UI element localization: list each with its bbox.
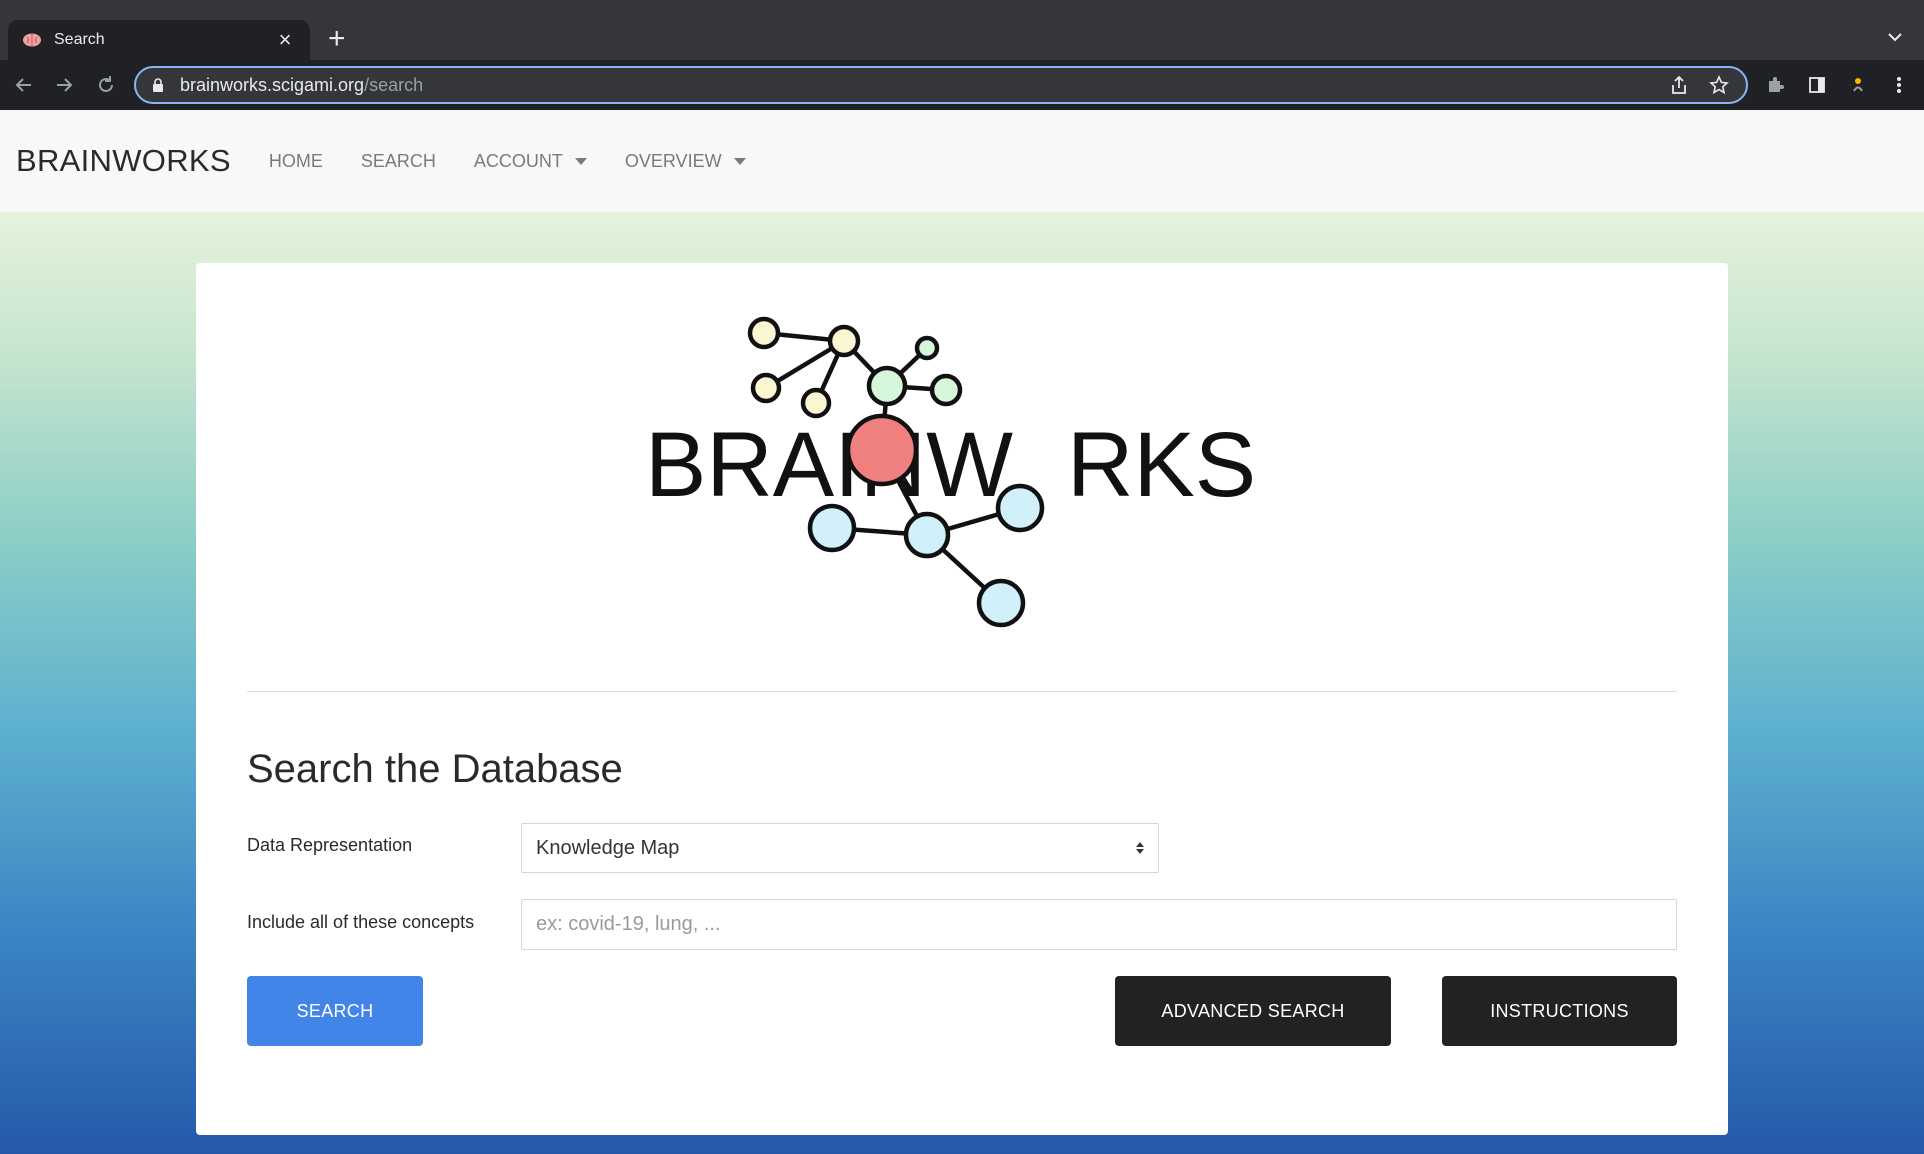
- menu-dots-icon[interactable]: [1886, 72, 1912, 98]
- browser-tab-bar: Search × +: [0, 0, 1924, 60]
- nav-overview-label: OVERVIEW: [624, 150, 722, 171]
- close-icon[interactable]: ×: [274, 29, 296, 51]
- extensions-icon[interactable]: [1762, 72, 1788, 98]
- bookmark-star-icon[interactable]: [1706, 72, 1732, 98]
- logo-text-left: BRAINW: [645, 414, 1013, 516]
- share-icon[interactable]: [1666, 72, 1692, 98]
- divider: [247, 691, 1677, 692]
- url-path: /search: [364, 74, 424, 95]
- nav-account-dropdown[interactable]: ACCOUNT: [474, 151, 587, 172]
- forward-icon[interactable]: [48, 69, 80, 101]
- caret-down-icon: [574, 157, 587, 165]
- nav-search[interactable]: SEARCH: [361, 151, 436, 172]
- page-title: Search the Database: [247, 747, 623, 791]
- concepts-input[interactable]: [521, 899, 1677, 950]
- nav-search-label: SEARCH: [360, 150, 436, 171]
- nav-account-label: ACCOUNT: [473, 150, 563, 171]
- select-arrows-icon: [1136, 842, 1144, 854]
- address-bar[interactable]: brainworks.scigami.org /search: [134, 66, 1748, 104]
- browser-tab[interactable]: Search ×: [8, 20, 310, 60]
- data-representation-select[interactable]: Knowledge Map: [521, 823, 1159, 873]
- back-icon[interactable]: [8, 69, 40, 101]
- search-card: BRAINW RKS Search the Database Data Repr…: [196, 263, 1728, 1135]
- reload-icon[interactable]: [90, 69, 122, 101]
- search-button[interactable]: SEARCH: [247, 976, 423, 1046]
- concepts-label: Include all of these concepts: [247, 912, 475, 932]
- url-host: brainworks.scigami.org: [180, 74, 365, 95]
- lock-icon[interactable]: [150, 77, 166, 93]
- side-panel-icon[interactable]: [1804, 72, 1830, 98]
- advanced-search-button[interactable]: ADVANCED SEARCH: [1115, 976, 1391, 1046]
- chevron-down-icon[interactable]: [1884, 26, 1906, 48]
- nav-home[interactable]: HOME: [269, 151, 323, 172]
- data-representation-value: Knowledge Map: [536, 836, 680, 859]
- caret-down-icon: [733, 157, 746, 165]
- tab-title: Search: [54, 31, 105, 48]
- browser-toolbar: brainworks.scigami.org /search: [0, 60, 1924, 110]
- instructions-button[interactable]: INSTRUCTIONS: [1442, 976, 1677, 1046]
- data-representation-label: Data Representation: [247, 835, 413, 855]
- profile-icon[interactable]: [1846, 72, 1872, 98]
- brand-link[interactable]: BRAINWORKS: [16, 143, 231, 179]
- logo-text-right: RKS: [1067, 414, 1256, 516]
- new-tab-icon[interactable]: +: [328, 24, 346, 54]
- brain-icon: [22, 30, 42, 50]
- site-navbar: BRAINWORKS HOME SEARCH ACCOUNT OVERVIEW: [0, 110, 1924, 212]
- nav-home-label: HOME: [268, 150, 323, 171]
- brainworks-logo: BRAINW RKS: [645, 316, 1256, 628]
- nav-overview-dropdown[interactable]: OVERVIEW: [625, 151, 746, 172]
